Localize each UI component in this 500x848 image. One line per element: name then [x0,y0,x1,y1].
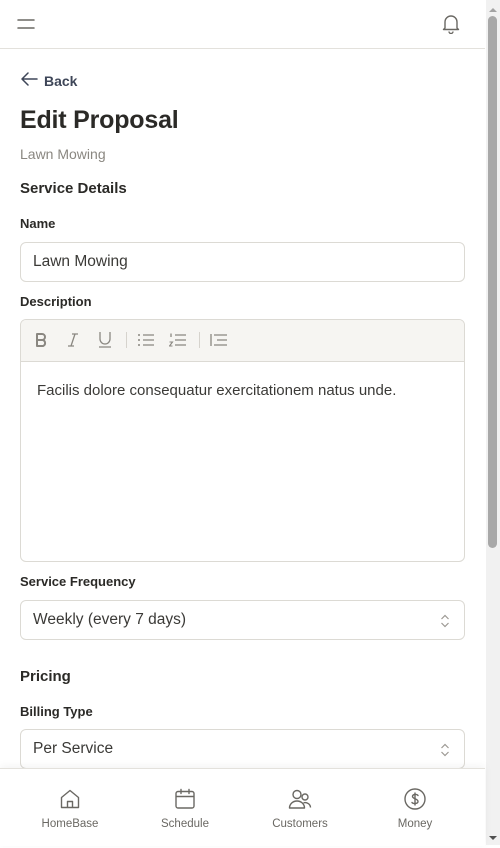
name-input[interactable] [20,242,465,282]
nav-label: Customers [272,818,328,830]
page-subtitle: Lawn Mowing [20,146,106,162]
toolbar-divider [199,332,200,348]
service-frequency-label: Service Frequency [20,574,136,589]
description-label: Description [20,294,92,309]
scrollbar-thumb[interactable] [488,16,497,548]
italic-icon[interactable] [60,328,86,352]
back-label: Back [44,72,78,89]
service-details-heading: Service Details [20,180,127,197]
billing-type-value: Per Service [33,740,114,757]
description-editor: Facilis dolore consequatur exercitatione… [20,319,465,562]
nav-item-money[interactable]: Money [360,769,470,846]
scroll-up-arrow-icon[interactable] [488,2,498,12]
chevron-up-down-icon [440,613,450,634]
bell-icon[interactable] [439,12,463,36]
nav-label: Money [397,818,433,830]
service-frequency-value: Weekly (every 7 days) [33,611,187,628]
users-icon [288,787,312,811]
back-button[interactable]: Back [20,72,77,89]
home-icon [58,787,82,811]
description-text-area[interactable]: Facilis dolore consequatur exercitatione… [21,362,464,420]
service-frequency-select[interactable]: Weekly (every 7 days) [20,600,465,640]
top-bar [0,0,485,49]
page-title: Edit Proposal [20,106,179,134]
scroll-down-arrow-icon[interactable] [488,830,498,840]
billing-type-select[interactable]: Per Service [20,729,465,769]
hamburger-icon[interactable] [14,12,38,36]
calendar-icon [173,787,197,811]
bold-icon[interactable] [28,328,54,352]
name-label: Name [20,216,56,231]
numbered-list-icon[interactable] [165,328,191,352]
nav-item-homebase[interactable]: HomeBase [15,769,125,846]
nav-item-schedule[interactable]: Schedule [130,769,240,846]
chevron-up-down-icon [440,742,450,763]
bottom-navigation: HomeBase Schedule Customers Money [0,768,485,846]
dollar-icon [403,787,427,811]
underline-icon[interactable] [92,328,118,352]
toolbar-divider [126,332,127,348]
nav-label: Schedule [161,818,209,830]
pricing-heading: Pricing [20,668,71,685]
editor-toolbar [21,320,464,362]
bullet-list-icon[interactable] [133,328,159,352]
nav-label: HomeBase [41,818,99,830]
nav-item-customers[interactable]: Customers [245,769,355,846]
billing-type-label: Billing Type [20,704,93,719]
arrow-left-icon [20,72,38,89]
indent-icon[interactable] [206,328,232,352]
